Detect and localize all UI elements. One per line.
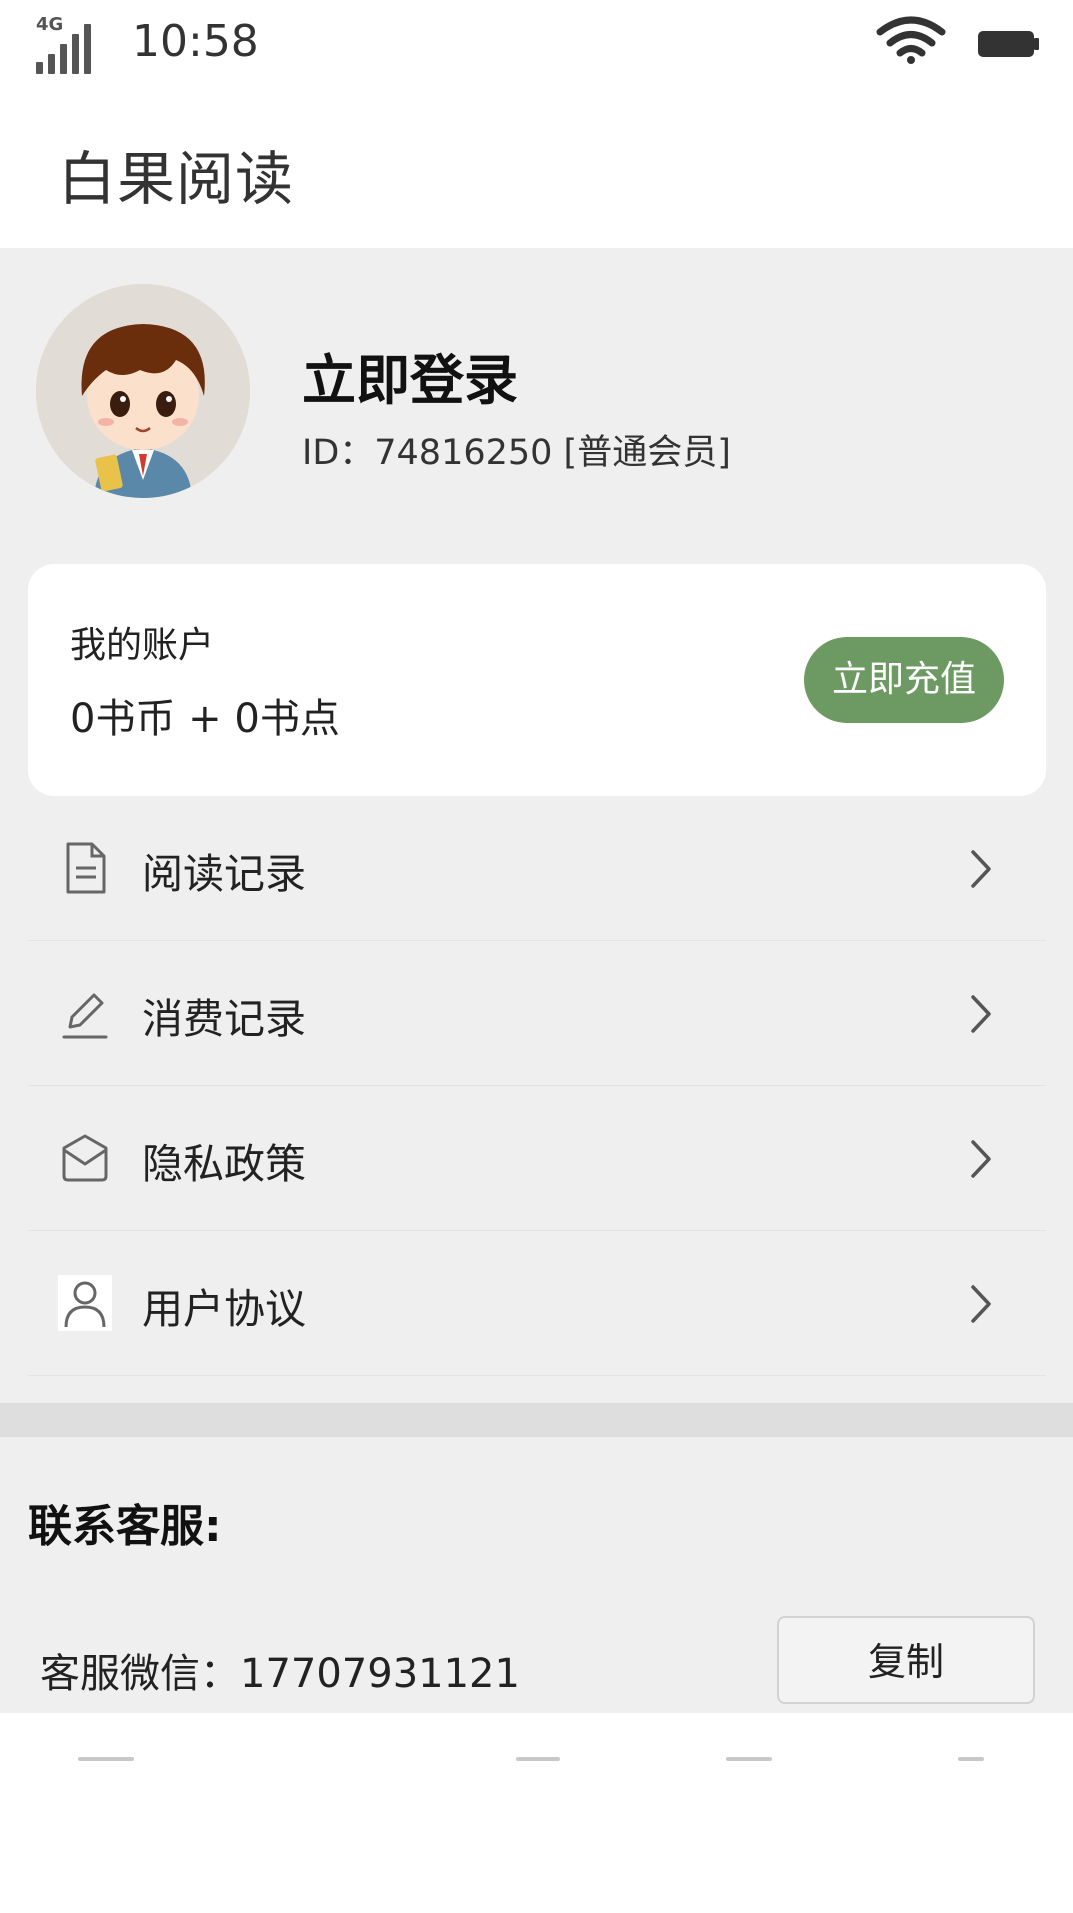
- login-link[interactable]: 立即登录: [302, 336, 518, 415]
- menu-item-label: 阅读记录: [142, 850, 306, 898]
- copy-button[interactable]: 复制: [777, 1616, 1035, 1704]
- menu-item-reading-history[interactable]: 阅读记录: [28, 796, 1046, 941]
- app-title: 白果阅读: [58, 145, 295, 213]
- wechat-contact: 客服微信：17707931121: [40, 1651, 520, 1697]
- bottom-tab-bar: [0, 1713, 1073, 1913]
- pencil-icon: [62, 993, 108, 1039]
- menu-item-label: 隐私政策: [142, 1140, 306, 1188]
- menu-item-label: 消费记录: [142, 995, 306, 1043]
- network-type-label: 4G: [36, 14, 64, 35]
- envelope-icon: [62, 1134, 108, 1182]
- account-title: 我的账户: [70, 625, 215, 666]
- tab-hint: [726, 1757, 772, 1761]
- tab-hint: [516, 1757, 560, 1761]
- tab-hint: [78, 1757, 134, 1761]
- tab-hint: [958, 1757, 984, 1761]
- account-balance: 0书币 + 0书点: [70, 696, 340, 742]
- section-divider: [0, 1403, 1073, 1437]
- document-icon: [66, 842, 106, 894]
- wifi-icon: [876, 16, 946, 64]
- contact-title: 联系客服:: [28, 1501, 222, 1552]
- chevron-right-icon: [971, 995, 991, 1033]
- menu-list: 阅读记录 消费记录 隐私政策 用户协议: [28, 796, 1046, 1376]
- signal-icon: 4G: [34, 14, 98, 74]
- status-bar: 4G 10:58: [0, 0, 1073, 90]
- menu-item-label: 用户协议: [142, 1285, 306, 1333]
- profile-page: 立即登录 ID：74816250 [普通会员] 我的账户 0书币 + 0书点 立…: [0, 248, 1073, 1713]
- app-header: 白果阅读: [0, 90, 1073, 248]
- recharge-button[interactable]: 立即充值: [804, 637, 1004, 723]
- user-id: ID：74816250 [普通会员]: [302, 433, 731, 473]
- battery-icon: [978, 31, 1039, 57]
- avatar[interactable]: [36, 284, 250, 498]
- user-icon: [58, 1275, 112, 1331]
- status-time: 10:58: [132, 16, 259, 67]
- menu-item-user-agreement[interactable]: 用户协议: [28, 1231, 1046, 1376]
- chevron-right-icon: [971, 1140, 991, 1178]
- chevron-right-icon: [971, 850, 991, 888]
- chevron-right-icon: [971, 1285, 991, 1323]
- menu-item-purchase-history[interactable]: 消费记录: [28, 941, 1046, 1086]
- cartoon-boy-avatar-icon: [36, 284, 250, 498]
- account-card: 我的账户 0书币 + 0书点 立即充值: [28, 564, 1046, 796]
- menu-item-privacy-policy[interactable]: 隐私政策: [28, 1086, 1046, 1231]
